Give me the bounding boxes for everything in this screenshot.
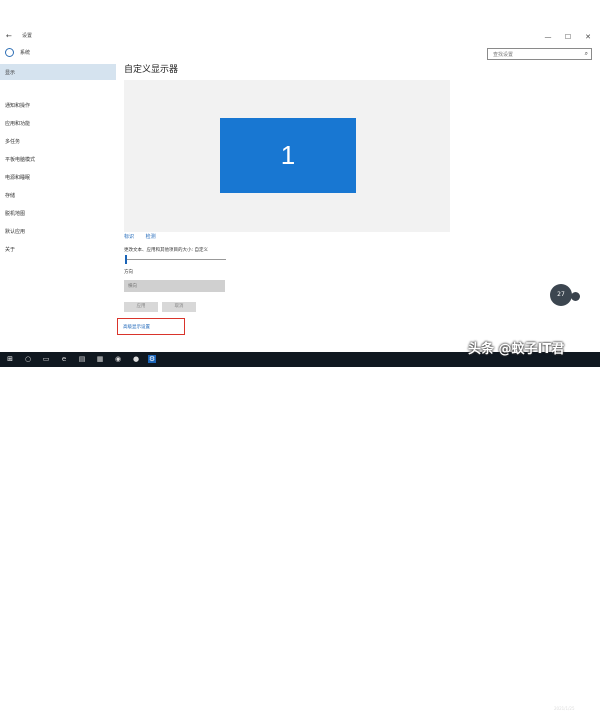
sidebar: 显示 通知和操作 应用和功能 多任务 平板电脑模式 电源和睡眠 存储 脱机地图 … bbox=[0, 62, 116, 352]
edge-browser-icon[interactable]: e bbox=[60, 355, 68, 363]
display-links: 标识 检测 bbox=[124, 233, 166, 240]
sidebar-item-notifications[interactable]: 通知和操作 bbox=[0, 97, 116, 113]
scale-slider-track[interactable] bbox=[126, 259, 226, 260]
settings-screen: ← 设置 — ☐ ✕ 系统 查找设置 ⌕ 显示 通知和操作 应用和功能 多任务 … bbox=[0, 0, 600, 711]
sidebar-item-about[interactable]: 关于 bbox=[0, 241, 116, 257]
orientation-value: 横向 bbox=[128, 284, 137, 289]
floating-dot[interactable] bbox=[571, 292, 580, 301]
badge-text: 27 bbox=[557, 291, 565, 298]
identify-link[interactable]: 标识 bbox=[124, 234, 134, 240]
monitor-tile[interactable]: 1 bbox=[220, 118, 356, 193]
advanced-display-settings-link[interactable]: 高级显示设置 bbox=[123, 324, 150, 330]
scale-label: 更改文本、应用和其他项目的大小: 自定义 bbox=[124, 248, 208, 253]
detect-link[interactable]: 检测 bbox=[146, 234, 156, 240]
search-icon: ⌕ bbox=[584, 50, 588, 57]
home-label[interactable]: 系统 bbox=[20, 49, 30, 56]
task-view-icon[interactable]: ▭ bbox=[42, 355, 50, 363]
store-icon[interactable]: ▦ bbox=[96, 355, 104, 363]
settings-header: 系统 查找设置 ⌕ bbox=[0, 44, 600, 62]
file-explorer-icon[interactable]: ▤ bbox=[78, 355, 86, 363]
display-preview: 1 bbox=[124, 80, 450, 232]
search-taskbar-icon[interactable]: ○ bbox=[24, 355, 32, 363]
scale-slider-thumb[interactable] bbox=[125, 255, 127, 264]
search-input[interactable]: 查找设置 ⌕ bbox=[487, 48, 592, 60]
search-placeholder: 查找设置 bbox=[493, 52, 514, 58]
title-bar: ← 设置 — ☐ ✕ bbox=[0, 30, 600, 44]
settings-gear-icon[interactable]: ⚙ bbox=[148, 355, 156, 363]
sidebar-item-storage[interactable]: 存储 bbox=[0, 187, 116, 203]
chrome-icon[interactable]: ● bbox=[132, 355, 140, 363]
tray-clock[interactable]: 2021/1/25 bbox=[554, 706, 575, 711]
start-windows-icon[interactable]: ⊞ bbox=[6, 355, 14, 363]
minimize-button[interactable]: — bbox=[540, 30, 556, 44]
floating-badge[interactable]: 27 bbox=[550, 284, 572, 306]
sidebar-item-default-apps[interactable]: 默认应用 bbox=[0, 223, 116, 239]
orientation-select[interactable]: 横向 bbox=[124, 280, 225, 292]
sidebar-item-apps[interactable]: 应用和功能 bbox=[0, 115, 116, 131]
monitor-number: 1 bbox=[280, 140, 296, 170]
app-icon[interactable]: ◉ bbox=[114, 355, 122, 363]
sidebar-item-tablet-mode[interactable]: 平板电脑模式 bbox=[0, 151, 116, 167]
advanced-display-settings-highlight: 高级显示设置 bbox=[117, 318, 185, 335]
sidebar-item-offline-maps[interactable]: 脱机地图 bbox=[0, 205, 116, 221]
gear-icon bbox=[5, 48, 14, 57]
apply-button[interactable]: 应用 bbox=[124, 302, 158, 312]
close-button[interactable]: ✕ bbox=[580, 30, 596, 44]
back-arrow-icon[interactable]: ← bbox=[6, 32, 12, 40]
watermark: 头条 @蚊子IT君 bbox=[468, 342, 565, 357]
page-title: 自定义显示器 bbox=[124, 65, 179, 75]
sidebar-item-power[interactable]: 电源和睡眠 bbox=[0, 169, 116, 185]
maximize-button[interactable]: ☐ bbox=[560, 30, 576, 44]
orientation-label: 方向 bbox=[124, 270, 133, 275]
window-title: 设置 bbox=[22, 33, 33, 39]
sidebar-item-multitasking[interactable]: 多任务 bbox=[0, 133, 116, 149]
sidebar-item-display[interactable]: 显示 bbox=[0, 64, 116, 80]
cancel-button[interactable]: 取消 bbox=[162, 302, 196, 312]
